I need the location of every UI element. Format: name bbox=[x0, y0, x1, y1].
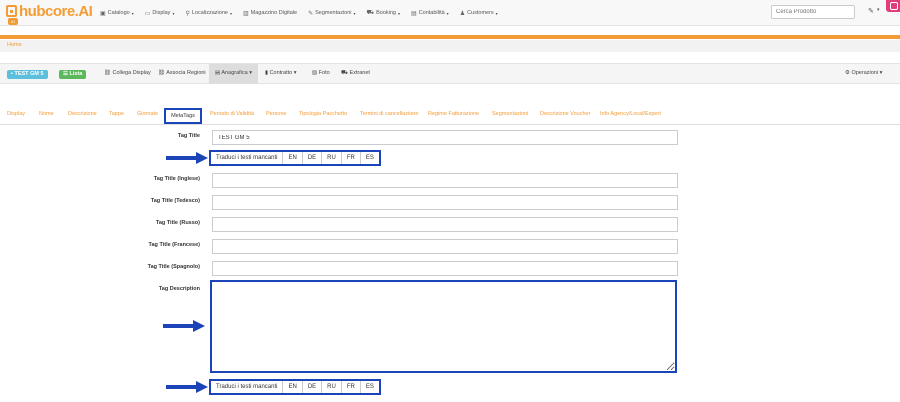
lang-es-button[interactable]: ES bbox=[361, 381, 379, 393]
caret-down-icon: ▾ bbox=[495, 10, 498, 16]
tag-title-en-label: Tag Title (Inglese) bbox=[153, 176, 200, 182]
tab-descrizione-voucher[interactable]: Descrizione Voucher bbox=[540, 111, 590, 117]
operazioni-menu[interactable]: ⚙ Operazioni ▾ bbox=[845, 70, 882, 76]
caret-down-icon: ▾ bbox=[878, 70, 883, 76]
tag-title-en-input[interactable] bbox=[212, 173, 678, 188]
wrench-icon: ✎ bbox=[308, 10, 314, 17]
caret-down-icon: ▾ bbox=[229, 10, 232, 16]
catalog-icon: ▣ bbox=[100, 10, 106, 17]
translate-toolbar-top: Traduci i testi mancanti EN DE RU FR ES bbox=[209, 150, 381, 166]
associa-regioni-link[interactable]: ⛓ Associa Regioni bbox=[158, 70, 206, 76]
arrow-right-icon bbox=[166, 152, 208, 164]
tag-title-input[interactable] bbox=[212, 130, 678, 145]
picture-icon: ▨ bbox=[312, 70, 319, 76]
lang-de-button[interactable]: DE bbox=[303, 152, 323, 164]
link-icon: ⛓ bbox=[158, 70, 167, 76]
logo-icon bbox=[6, 5, 17, 17]
section-tabs: Display Nome Descrizione Tappe Giornate … bbox=[0, 108, 900, 124]
user-icon: ♟ bbox=[459, 10, 466, 17]
caret-down-icon: ▾ bbox=[292, 70, 297, 76]
lang-fr-button[interactable]: FR bbox=[342, 381, 361, 393]
tag-description-label: Tag Description bbox=[158, 286, 200, 292]
contratto-menu[interactable]: ▮ Contratto ▾ bbox=[265, 70, 296, 76]
list-button[interactable]: ☰ Lista bbox=[59, 70, 87, 79]
menu-magazzino[interactable]: ▥ Magazzino Digitale bbox=[243, 10, 297, 17]
breadcrumb-home[interactable]: Home bbox=[7, 42, 22, 48]
top-navbar: hubcore.AI AI ▣ Catalogo ▾ ▭ Display ▾ ⚲ Loca… bbox=[0, 0, 900, 26]
lang-ru-button[interactable]: RU bbox=[322, 152, 342, 164]
breadcrumb: Home bbox=[0, 40, 900, 52]
avatar[interactable] bbox=[886, 0, 900, 12]
tab-segmentazioni[interactable]: Segmentazioni bbox=[492, 111, 528, 117]
product-toolbar: ▪ TEST GM 5 ☰ Lista ⛓ Collega Display ⛓ … bbox=[0, 63, 900, 84]
tab-display[interactable]: Display bbox=[7, 111, 25, 117]
tab-info-agency[interactable]: Info Agency/Local/Expert bbox=[600, 111, 661, 117]
tag-title-fr-input[interactable] bbox=[212, 239, 678, 254]
main-menu: ▣ Catalogo ▾ ▭ Display ▾ ⚲ Localizzazione ▾ ▥ M… bbox=[100, 0, 509, 26]
ledger-icon: ▤ bbox=[411, 10, 417, 17]
tab-tappe[interactable]: Tappe bbox=[109, 111, 124, 117]
tab-tipologia-pacchetto[interactable]: Tipologia Pacchetto bbox=[299, 111, 347, 117]
menu-localizzazione[interactable]: ⚲ Localizzazione ▾ bbox=[185, 10, 232, 17]
tag-title-es-input[interactable] bbox=[212, 261, 678, 276]
caret-down-icon[interactable]: ▾ bbox=[877, 7, 880, 13]
tab-regime-fatturazione[interactable]: Regime Fatturazione bbox=[428, 111, 479, 117]
lang-en-button[interactable]: EN bbox=[283, 381, 303, 393]
translate-missing-button[interactable]: Traduci i testi mancanti bbox=[211, 381, 284, 393]
menu-display[interactable]: ▭ Display ▾ bbox=[145, 10, 175, 17]
cart-icon: ⛟ bbox=[366, 10, 375, 16]
search-input[interactable] bbox=[771, 5, 855, 19]
logo-badge: AI bbox=[8, 18, 18, 25]
lang-de-button[interactable]: DE bbox=[303, 381, 323, 393]
tag-title-de-label: Tag Title (Tedesco) bbox=[150, 198, 200, 204]
product-tag[interactable]: ▪ TEST GM 5 bbox=[7, 70, 48, 79]
caret-down-icon: ▾ bbox=[353, 10, 356, 16]
caret-down-icon: ▾ bbox=[446, 10, 449, 16]
tab-giornate[interactable]: Giornate bbox=[137, 111, 158, 117]
tag-title-es-label: Tag Title (Spagnolo) bbox=[147, 264, 200, 270]
extranet-link[interactable]: ⛟ Extranet bbox=[341, 70, 370, 77]
menu-segmentazioni[interactable]: ✎ Segmentazioni ▾ bbox=[308, 10, 355, 17]
menu-catalogo[interactable]: ▣ Catalogo ▾ bbox=[100, 10, 134, 17]
monitor-icon: ▭ bbox=[144, 10, 151, 17]
tag-title-fr-label: Tag Title (Francese) bbox=[148, 242, 200, 248]
translate-toolbar-bottom: Traduci i testi mancanti EN DE RU FR ES bbox=[209, 379, 381, 395]
translate-missing-button[interactable]: Traduci i testi mancanti bbox=[211, 152, 284, 164]
tab-descrizione[interactable]: Descrizione bbox=[68, 111, 97, 117]
menu-booking[interactable]: ⛟ Booking ▾ bbox=[367, 9, 400, 17]
tag-description-textarea[interactable] bbox=[210, 280, 677, 373]
menu-contabilita[interactable]: ▤ Contabilità ▾ bbox=[411, 10, 449, 17]
caret-down-icon: ▾ bbox=[397, 10, 400, 16]
arrow-right-icon bbox=[163, 320, 205, 332]
menu-customers[interactable]: ♟ Customers ▾ bbox=[460, 10, 498, 17]
tag-title-label: Tag Title bbox=[177, 133, 200, 139]
caret-down-icon: ▾ bbox=[131, 10, 134, 16]
collega-display-link[interactable]: ⛓ Collega Display bbox=[104, 70, 151, 76]
tab-nome[interactable]: Nome bbox=[39, 111, 54, 117]
lang-ru-button[interactable]: RU bbox=[322, 381, 342, 393]
lang-en-button[interactable]: EN bbox=[283, 152, 303, 164]
tabs-divider bbox=[0, 124, 900, 125]
tab-termini-cancellazione[interactable]: Termini di cancellazione bbox=[360, 111, 418, 117]
link-icon: ⛓ bbox=[104, 70, 113, 76]
anagrafica-menu[interactable]: ▤ Anagrafica ▾ bbox=[215, 70, 252, 76]
accent-bar bbox=[0, 35, 900, 39]
arrow-right-icon bbox=[166, 381, 208, 393]
logo-text: hubcore.AI bbox=[19, 3, 93, 20]
tab-persone[interactable]: Persone bbox=[266, 111, 287, 117]
map-marker-icon: ⚲ bbox=[185, 10, 190, 17]
tab-periodo-validita[interactable]: Periodo di Validità bbox=[210, 111, 254, 117]
tab-metatags[interactable]: MetaTags bbox=[164, 108, 202, 124]
lang-fr-button[interactable]: FR bbox=[342, 152, 361, 164]
warehouse-icon: ▥ bbox=[242, 10, 249, 17]
foto-link[interactable]: ▨ Foto bbox=[312, 70, 330, 76]
tag-title-de-input[interactable] bbox=[212, 195, 678, 210]
lang-es-button[interactable]: ES bbox=[361, 152, 379, 164]
tag-title-ru-input[interactable] bbox=[212, 217, 678, 232]
wrench-icon[interactable]: ✎ bbox=[868, 7, 874, 15]
caret-down-icon: ▾ bbox=[172, 10, 175, 16]
caret-down-icon: ▾ bbox=[247, 70, 253, 76]
tag-title-ru-label: Tag Title (Russo) bbox=[155, 220, 200, 226]
